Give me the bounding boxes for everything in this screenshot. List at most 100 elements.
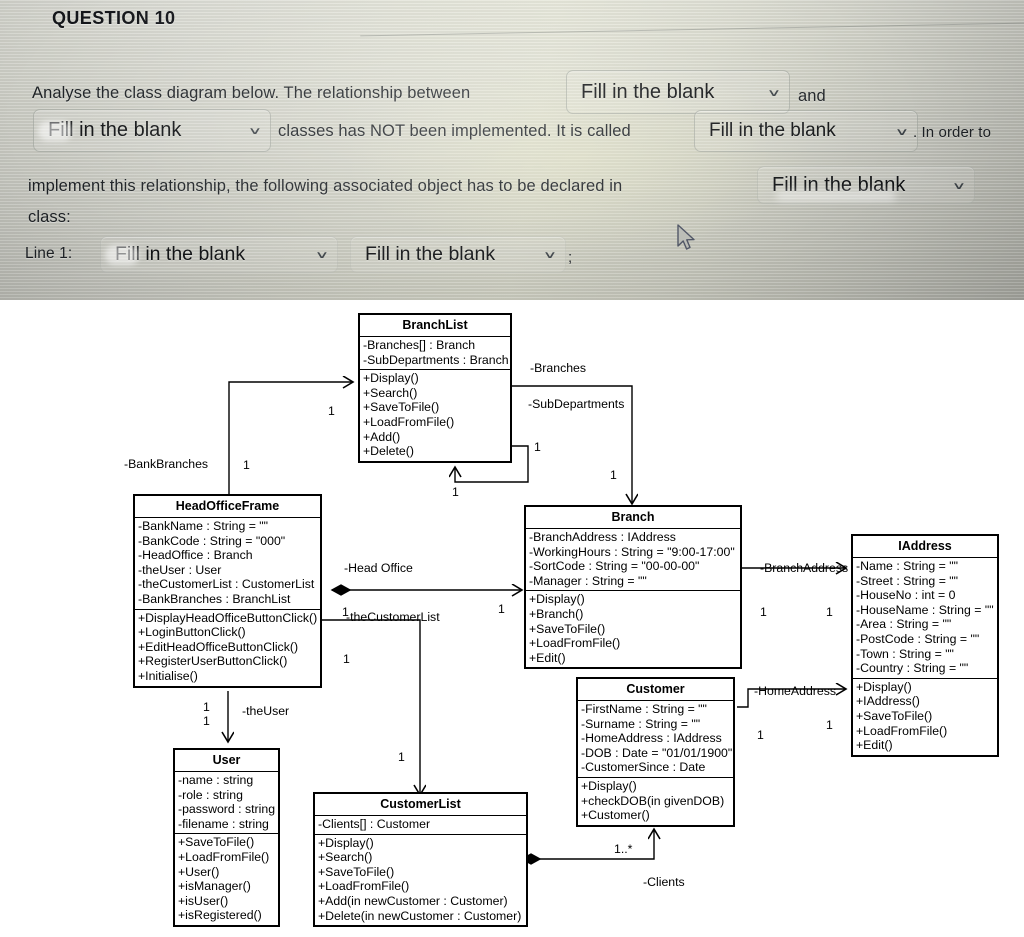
class-attributes-headofficeframe: -BankName : String = "" -BankCode : Stri… xyxy=(135,518,320,610)
class-box-branch[interactable]: Branch -BranchAddress : IAddress -Workin… xyxy=(524,505,742,670)
class-title-customer: Customer xyxy=(578,679,733,701)
operation-row: +Edit() xyxy=(856,738,893,753)
class-box-headofficeframe[interactable]: HeadOfficeFrame -BankName : String = "" … xyxy=(133,494,322,688)
multiplicity-subdepartments-a: 1 xyxy=(534,440,541,454)
operation-row: +Display() xyxy=(856,679,912,694)
chevron-down-icon: ∨ xyxy=(952,179,967,191)
operation-row: +LoadFromFile() xyxy=(529,636,621,651)
multiplicity-subdepartments-b: 1 xyxy=(452,485,459,499)
class-title-branch: Branch xyxy=(526,507,740,529)
class-title-branchlist: BranchList xyxy=(360,315,510,337)
dropdown-1-value: Fill in the blank xyxy=(581,80,715,103)
operation-row: +Display() xyxy=(529,592,585,607)
operation-row: +LoadFromFile() xyxy=(178,849,270,864)
dropdown-4-value: Fill in the blank xyxy=(772,173,906,196)
chevron-down-icon: ∨ xyxy=(767,86,782,98)
operation-row: +SaveToFile() xyxy=(363,400,440,415)
question-text-part4: . In order to xyxy=(913,124,992,141)
fill-in-the-blank-dropdown-6[interactable]: Fill in the blank ∨ xyxy=(350,236,566,273)
class-box-customerlist[interactable]: CustomerList -Clients[] : Customer +Disp… xyxy=(313,792,528,928)
attribute-row: -Name : String = "" xyxy=(856,559,959,573)
attribute-row: -password : string xyxy=(178,802,276,817)
attribute-row: -filename : string xyxy=(178,816,269,831)
multiplicity-bankbranches-headoffice: 1 xyxy=(243,458,250,472)
operation-row: +SaveToFile() xyxy=(178,835,255,850)
question-text-part2: and xyxy=(798,87,826,105)
fill-in-the-blank-dropdown-2[interactable]: Fill in the blank ∨ xyxy=(33,109,271,152)
multiplicity-homeaddress-a: 1 xyxy=(757,728,764,742)
multiplicity-branchaddress-b: 1 xyxy=(826,605,833,619)
operation-row: +Edit() xyxy=(529,650,566,665)
class-attributes-customerlist: -Clients[] : Customer xyxy=(315,816,526,835)
operation-row: +Initialise() xyxy=(138,668,198,683)
dropdown-3-value: Fill in the blank xyxy=(709,120,836,141)
attribute-row: -BankName : String = "" xyxy=(138,519,269,533)
question-text-part3: classes has NOT been implemented. It is … xyxy=(278,122,631,140)
operation-row: +Delete() xyxy=(363,444,414,459)
attribute-row: -FirstName : String = "" xyxy=(581,702,707,716)
dropdown-5-value: Fill in the blank xyxy=(115,243,246,265)
class-attributes-branch: -BranchAddress : IAddress -WorkingHours … xyxy=(526,529,740,592)
attribute-row: -BranchAddress : IAddress xyxy=(529,530,676,544)
operation-row: +Add() xyxy=(363,429,401,444)
question-text-part6: class: xyxy=(28,208,71,226)
chevron-down-icon: ∨ xyxy=(315,248,330,261)
class-operations-headofficeframe: +DisplayHeadOfficeButtonClick() +LoginBu… xyxy=(135,610,320,686)
operation-row: +LoadFromFile() xyxy=(363,414,455,429)
fill-in-the-blank-dropdown-3[interactable]: Fill in the blank ∨ xyxy=(694,110,918,152)
uml-class-diagram: BranchList -Branches[] : Branch -SubDepa… xyxy=(0,300,1024,937)
fill-in-the-blank-dropdown-5[interactable]: Fill in the blank ∨ xyxy=(100,236,338,273)
class-box-branchlist[interactable]: BranchList -Branches[] : Branch -SubDepa… xyxy=(358,313,512,463)
class-attributes-customer: -FirstName : String = "" -Surname : Stri… xyxy=(578,701,733,778)
attribute-row: -Country : String = "" xyxy=(856,661,969,676)
fill-in-the-blank-dropdown-1[interactable]: Fill in the blank ∨ xyxy=(566,70,790,114)
question-text-part1: Analyse the class diagram below. The rel… xyxy=(32,84,471,102)
edge-label-branches: -Branches xyxy=(530,361,587,375)
operation-row: +Delete(in newCustomer : Customer) xyxy=(318,908,522,923)
attribute-row: -Manager : String = "" xyxy=(529,573,647,588)
class-operations-customer: +Display() +checkDOB(in givenDOB) +Custo… xyxy=(578,778,733,825)
attribute-row: -SortCode : String = "00-00-00" xyxy=(529,559,700,574)
operation-row: +Search() xyxy=(318,850,373,865)
attribute-row: -Clients[] : Customer xyxy=(318,817,431,831)
attribute-row: -theUser : User xyxy=(138,562,222,577)
class-attributes-iaddress: -Name : String = "" -Street : String = "… xyxy=(853,558,997,679)
operation-row: +IAddress() xyxy=(856,694,920,709)
operation-row: +Display() xyxy=(318,835,374,850)
attribute-row: -Town : String = "" xyxy=(856,646,954,661)
fill-in-the-blank-dropdown-4[interactable]: Fill in the blank ∨ xyxy=(757,166,975,204)
operation-row: +isUser() xyxy=(178,893,229,908)
attribute-row: -DOB : Date = "01/01/1900" xyxy=(581,745,733,760)
multiplicity-customerlist-in: 1 xyxy=(398,750,405,764)
chevron-down-icon: ∨ xyxy=(543,248,558,261)
operation-row: +DisplayHeadOfficeButtonClick() xyxy=(138,610,318,625)
line-1-semicolon: ; xyxy=(568,249,573,266)
class-box-iaddress[interactable]: IAddress -Name : String = "" -Street : S… xyxy=(851,534,999,757)
operation-row: +SaveToFile() xyxy=(529,621,606,636)
attribute-row: -PostCode : String = "" xyxy=(856,631,980,646)
operation-row: +Add(in newCustomer : Customer) xyxy=(318,893,508,908)
operation-row: +SaveToFile() xyxy=(318,864,395,879)
operation-row: +Branch() xyxy=(529,606,584,621)
attribute-row: -Branches[] : Branch xyxy=(363,338,476,352)
operation-row: +isManager() xyxy=(178,879,251,894)
screen-sheen-line xyxy=(359,1,1024,37)
class-operations-branchlist: +Display() +Search() +SaveToFile() +Load… xyxy=(360,370,510,461)
mouse-cursor-icon xyxy=(677,224,695,250)
edge-label-head-office: -Head Office xyxy=(344,561,413,575)
multiplicity-clients: 1..* xyxy=(614,842,633,856)
operation-row: +checkDOB(in givenDOB) xyxy=(581,793,725,808)
class-box-user[interactable]: User -name : string -role : string -pass… xyxy=(173,748,280,927)
operation-row: +Display() xyxy=(581,778,637,793)
multiplicity-homeaddress-b: 1 xyxy=(826,718,833,732)
attribute-row: -WorkingHours : String = "9:00-17:00" xyxy=(529,544,735,559)
operation-row: +isRegistered() xyxy=(178,908,262,923)
quiz-screenshot-photo: QUESTION 10 Analyse the class diagram be… xyxy=(0,0,1024,300)
edge-label-the-customer-list: -theCustomerList xyxy=(346,610,440,624)
class-box-customer[interactable]: Customer -FirstName : String = "" -Surna… xyxy=(576,677,735,827)
class-title-user: User xyxy=(175,750,278,772)
operation-row: +Search() xyxy=(363,385,418,400)
multiplicity-branches-branch: 1 xyxy=(610,468,617,482)
operation-row: +EditHeadOfficeButtonClick() xyxy=(138,639,299,654)
attribute-row: -SubDepartments : Branch xyxy=(363,352,509,367)
